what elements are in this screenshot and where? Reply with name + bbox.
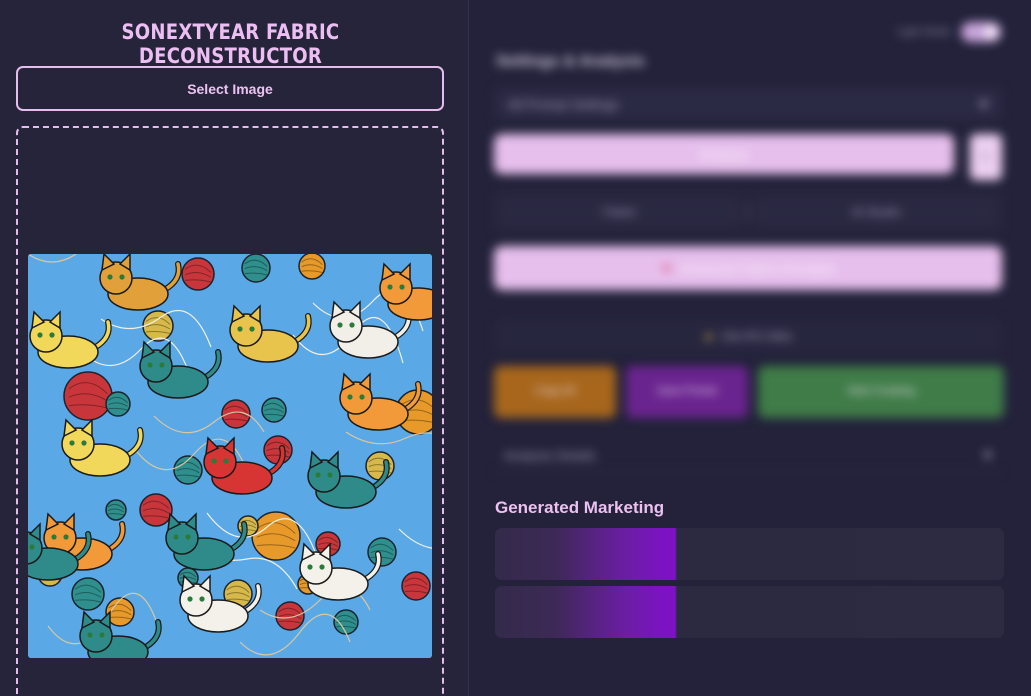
copy-all-button[interactable]: Copy All — [494, 366, 616, 418]
chevron-down-icon: ▼ — [979, 97, 988, 111]
lightbulb-icon: ● — [704, 328, 714, 344]
refresh-button[interactable]: ↻ — [970, 134, 1002, 180]
theme-toggle[interactable] — [961, 22, 1001, 42]
generate-prompts-button[interactable]: ✦ Generate Fabric Prompts — [494, 246, 1002, 290]
tab-ai-studio[interactable]: AI Studio — [755, 197, 997, 227]
fabric-preview-image — [28, 254, 432, 658]
left-panel: SONEXTYEAR FABRIC DECONSTRUCTOR Select I… — [0, 0, 469, 696]
select-image-button[interactable]: Select Image — [16, 66, 444, 111]
settings-title: Settings & Analysis — [496, 53, 645, 70]
preset-label: All Prompt Settings — [508, 96, 619, 112]
save-preset-button[interactable]: Save Preset — [626, 366, 748, 418]
analyze-button[interactable]: Analyze — [494, 134, 954, 174]
preset-dropdown[interactable]: All Prompt Settings ▼ — [494, 88, 1002, 120]
app-title: SONEXTYEAR FABRIC DECONSTRUCTOR — [121, 20, 340, 68]
generate-label: Generate Fabric Prompts — [680, 260, 836, 276]
use-ai-idea-button[interactable]: ● Use AI's Idea — [494, 318, 1002, 354]
action-buttons: Copy All Save Preset Start Creating — [494, 366, 1004, 418]
mode-switch: Fabric AI Studio — [494, 192, 1002, 232]
theme-toggle-label: Light Mode — [896, 26, 951, 38]
theme-toggle-group: Light Mode — [897, 22, 1001, 42]
start-creating-button[interactable]: Start Creating — [758, 366, 1004, 418]
chevron-down-icon: ▼ — [983, 449, 992, 462]
divider — [747, 201, 749, 223]
marketing-skeleton — [495, 528, 1004, 580]
tab-fabric[interactable]: Fabric — [499, 197, 741, 227]
analysis-accordion[interactable]: Analysis Details ▼ — [494, 440, 1002, 472]
sparkle-icon: ✦ — [660, 259, 673, 276]
marketing-skeleton — [495, 586, 1004, 638]
analysis-label: Analysis Details — [504, 448, 596, 463]
right-panel: Light Mode Settings & Analysis All Promp… — [470, 0, 1031, 696]
settings-area: Light Mode Settings & Analysis All Promp… — [470, 0, 1031, 480]
ai-label: Use AI's Idea — [721, 329, 792, 343]
marketing-title: Generated Marketing — [495, 498, 665, 517]
